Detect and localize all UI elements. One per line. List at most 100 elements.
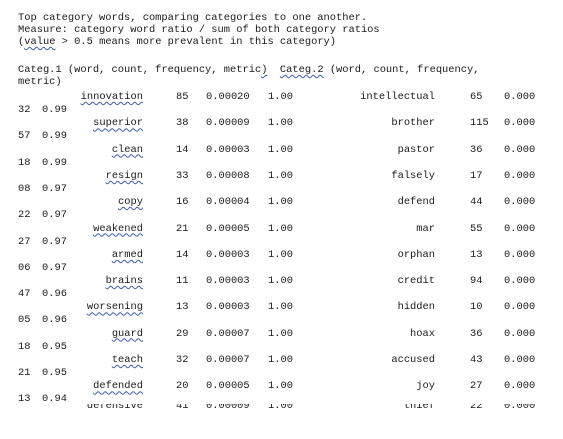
table-row: weakened 21 0.00005 1.00 mar 55 0.000 27 0.97 — [0, 223, 563, 249]
word-cat1: weakened — [93, 222, 143, 235]
word-cat1: worsening — [86, 301, 143, 314]
count-cat1: 14 — [176, 248, 189, 261]
word-cat1: defended — [93, 380, 143, 393]
wrapped-metric-tail: 0.97 — [42, 261, 67, 274]
metric-cat1: 1.00 — [268, 169, 293, 182]
count-cat2: 10 — [470, 301, 483, 314]
metric-cat1: 1.00 — [268, 380, 293, 393]
count-cat1: 85 — [176, 91, 189, 103]
metric-cat1: 1.00 — [268, 143, 293, 156]
word-cat2: falsely — [391, 169, 435, 182]
count-cat1: 16 — [176, 196, 189, 209]
header-line-3: (value > 0.5 means more prevalent in thi… — [18, 36, 336, 48]
word-cat2: mar — [416, 222, 435, 235]
wrapped-count-tail: 27 — [18, 235, 31, 248]
frequency-cat2: 0.000 — [504, 248, 536, 261]
word-cat2: joy — [416, 380, 435, 393]
wrapped-metric-tail: 0.97 — [42, 182, 67, 195]
column-header-categ1: Categ.1 (word, count, frequency, metric — [18, 64, 262, 76]
word-cat1: guard — [111, 327, 143, 340]
wrapped-metric-tail: 0.95 — [42, 367, 67, 379]
metric-cat1: 1.00 — [268, 248, 293, 261]
table-row: worsening 13 0.00003 1.00 hidden 10 0.000 05 0.9… — [0, 301, 563, 327]
wrapped-metric-tail: 0.95 — [42, 340, 67, 353]
wrapped-count-tail: 57 — [18, 130, 31, 143]
column-header-wrap: metric) — [18, 76, 62, 88]
word-cat1: teach — [111, 354, 143, 366]
frequency-cat2: 0.000 — [504, 354, 536, 366]
wrapped-count-tail: 18 — [18, 156, 31, 169]
table-row: copy 16 0.00004 1.00 defend 44 0.000 22 0.97 — [0, 196, 563, 222]
word-cat1: armed — [111, 248, 143, 261]
count-cat2: 17 — [470, 169, 483, 182]
word-cat2: credit — [397, 275, 435, 288]
word-cat1: copy — [118, 196, 143, 209]
frequency-cat1: 0.00003 — [206, 248, 250, 261]
wrapped-count-tail: 22 — [18, 209, 31, 222]
frequency-cat1: 0.00004 — [206, 196, 250, 209]
count-cat2: 13 — [470, 248, 483, 261]
header-value-word: value — [24, 36, 56, 48]
metric-cat1: 1.00 — [268, 196, 293, 209]
word-cat1: innovation — [80, 91, 143, 103]
wrapped-metric-tail: 0.99 — [42, 130, 67, 143]
count-cat2: 115 — [470, 117, 489, 130]
count-cat1: 33 — [176, 169, 189, 182]
table-row: clean 14 0.00003 1.00 pastor 36 0.000 18 0.99 — [0, 144, 563, 170]
frequency-cat2: 0.000 — [504, 222, 536, 235]
count-cat1: 11 — [176, 275, 189, 288]
count-cat1: 20 — [176, 380, 189, 393]
word-cat1: resign — [105, 169, 143, 182]
frequency-cat1: 0.00020 — [206, 91, 250, 103]
word-cat1: superior — [93, 117, 143, 130]
frequency-cat2: 0.000 — [504, 117, 536, 130]
wrapped-metric-tail: 0.96 — [42, 314, 67, 327]
wrapped-metric-tail: 0.99 — [42, 156, 67, 169]
word-cat1: clean — [111, 143, 143, 156]
table-row: defended 20 0.00005 1.00 joy 27 0.000 13 0.94 — [0, 380, 563, 406]
word-cat2: hoax — [410, 327, 435, 340]
metric-cat1: 1.00 — [268, 275, 293, 288]
word-cat1: brains — [105, 275, 143, 288]
column-header-categ2-fields: (word, count, frequency, — [323, 64, 480, 76]
frequency-cat2: 0.000 — [504, 196, 536, 209]
count-cat1: 21 — [176, 222, 189, 235]
frequency-cat2: 0.000 — [504, 143, 536, 156]
wrapped-metric-tail: 0.97 — [42, 235, 67, 248]
table-row: armed 14 0.00003 1.00 orphan 13 0.000 06 0.97 — [0, 249, 563, 275]
count-cat2: 65 — [470, 91, 483, 103]
frequency-cat1: 0.00003 — [206, 143, 250, 156]
frequency-cat2: 0.000 — [504, 275, 536, 288]
count-cat2: 55 — [470, 222, 483, 235]
wrapped-count-tail: 06 — [18, 261, 31, 274]
word-cat2: orphan — [397, 248, 435, 261]
metric-cat1: 1.00 — [268, 91, 293, 103]
frequency-cat1: 0.00007 — [206, 354, 250, 366]
table-row: innovation 85 0.00020 1.00 intellectual 65 0.0… — [0, 91, 563, 117]
frequency-cat2: 0.000 — [504, 169, 536, 182]
wrapped-count-tail: 08 — [18, 182, 31, 195]
frequency-cat2: 0.000 — [504, 380, 536, 393]
table-row: teach 32 0.00007 1.00 accused 43 0.000 21 0.95 — [0, 354, 563, 380]
metric-cat1: 1.00 — [268, 222, 293, 235]
wrapped-metric-tail: 0.99 — [42, 104, 67, 116]
cut-off-row: defensive 41 0.00009 1.00 thief 22 0.000 — [86, 404, 536, 412]
word-cat2: pastor — [397, 143, 435, 156]
wrapped-count-tail: 32 — [18, 104, 31, 116]
frequency-cat1: 0.00005 — [206, 222, 250, 235]
frequency-cat1: 0.00007 — [206, 327, 250, 340]
wrapped-count-tail: 18 — [18, 340, 31, 353]
word-cat2: intellectual — [360, 91, 435, 103]
text-document[interactable]: Top category words, comparing categories… — [0, 0, 563, 439]
wrapped-count-tail: 47 — [18, 288, 31, 301]
table-row: resign 33 0.00008 1.00 falsely 17 0.000 08 0.97 — [0, 170, 563, 196]
word-cat2: brother — [391, 117, 435, 130]
column-header: Categ.1 (word, count, frequency, metric)… — [18, 64, 479, 76]
table-row: superior 38 0.00009 1.00 brother 115 0.000 57 0.… — [0, 117, 563, 143]
frequency-cat2: 0.000 — [504, 327, 536, 340]
frequency-cat1: 0.00003 — [206, 275, 250, 288]
frequency-cat2: 0.000 — [504, 91, 536, 103]
wrapped-count-tail: 21 — [18, 367, 31, 379]
header-line-1: Top category words, comparing categories… — [18, 12, 368, 24]
count-cat2: 36 — [470, 143, 483, 156]
